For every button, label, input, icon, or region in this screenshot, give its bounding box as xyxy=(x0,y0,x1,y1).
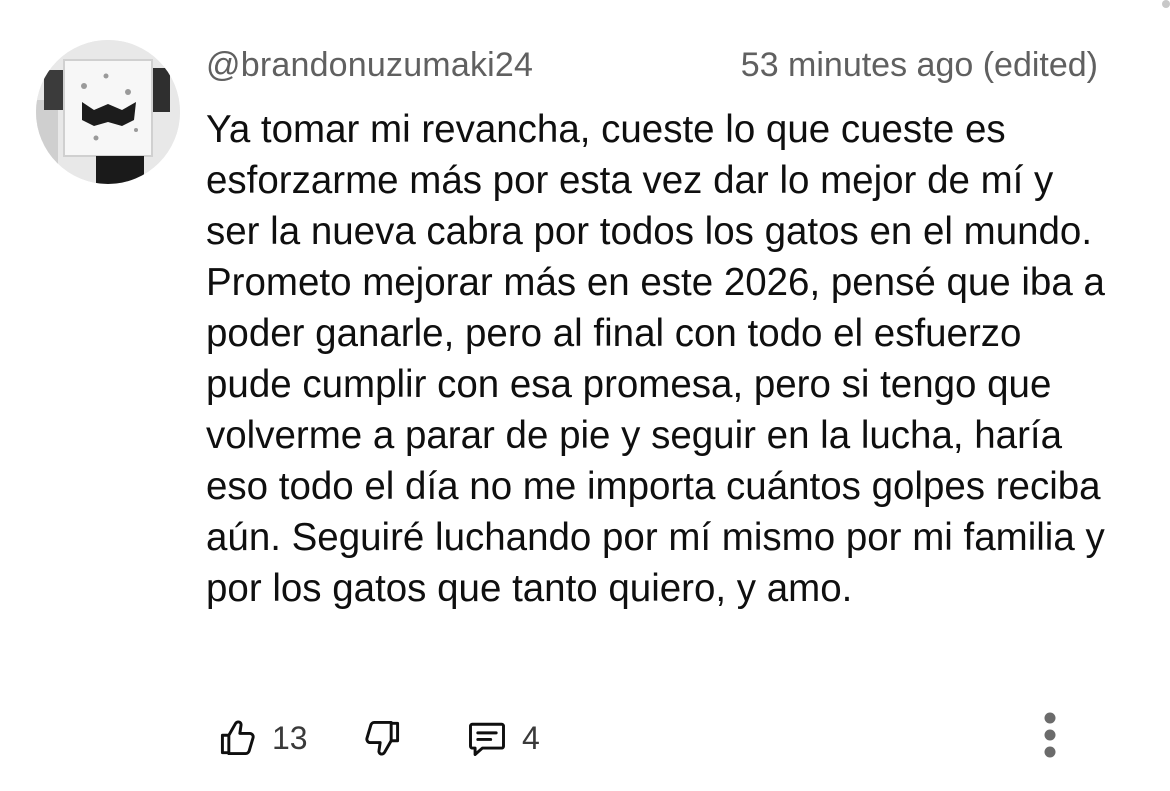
reply-count: 4 xyxy=(522,719,540,756)
comment-thread: @brandonuzumaki24 53 minutes ago (edited… xyxy=(0,0,1170,791)
reply-button[interactable]: 4 xyxy=(464,708,540,768)
like-button[interactable]: 13 xyxy=(216,708,308,768)
thumbs-up-icon xyxy=(220,720,255,756)
avatar[interactable] xyxy=(36,40,180,184)
avatar-image xyxy=(36,40,180,184)
comment-header: @brandonuzumaki24 53 minutes ago (edited… xyxy=(206,44,1098,88)
scroll-indicator xyxy=(1162,0,1170,8)
more-options-button[interactable] xyxy=(1036,708,1064,768)
comment-timestamp[interactable]: 53 minutes ago (edited) xyxy=(741,46,1098,85)
like-count: 13 xyxy=(272,719,308,756)
comment-actions: 13 4 xyxy=(206,708,1106,768)
thumbs-down-icon xyxy=(365,720,400,756)
comment-text: Ya tomar mi revancha, cueste lo que cues… xyxy=(206,108,1105,610)
author-name[interactable]: @brandonuzumaki24 xyxy=(206,46,533,85)
dislike-button[interactable] xyxy=(360,708,404,768)
more-vertical-icon xyxy=(1044,712,1056,758)
comment-icon xyxy=(469,722,505,756)
